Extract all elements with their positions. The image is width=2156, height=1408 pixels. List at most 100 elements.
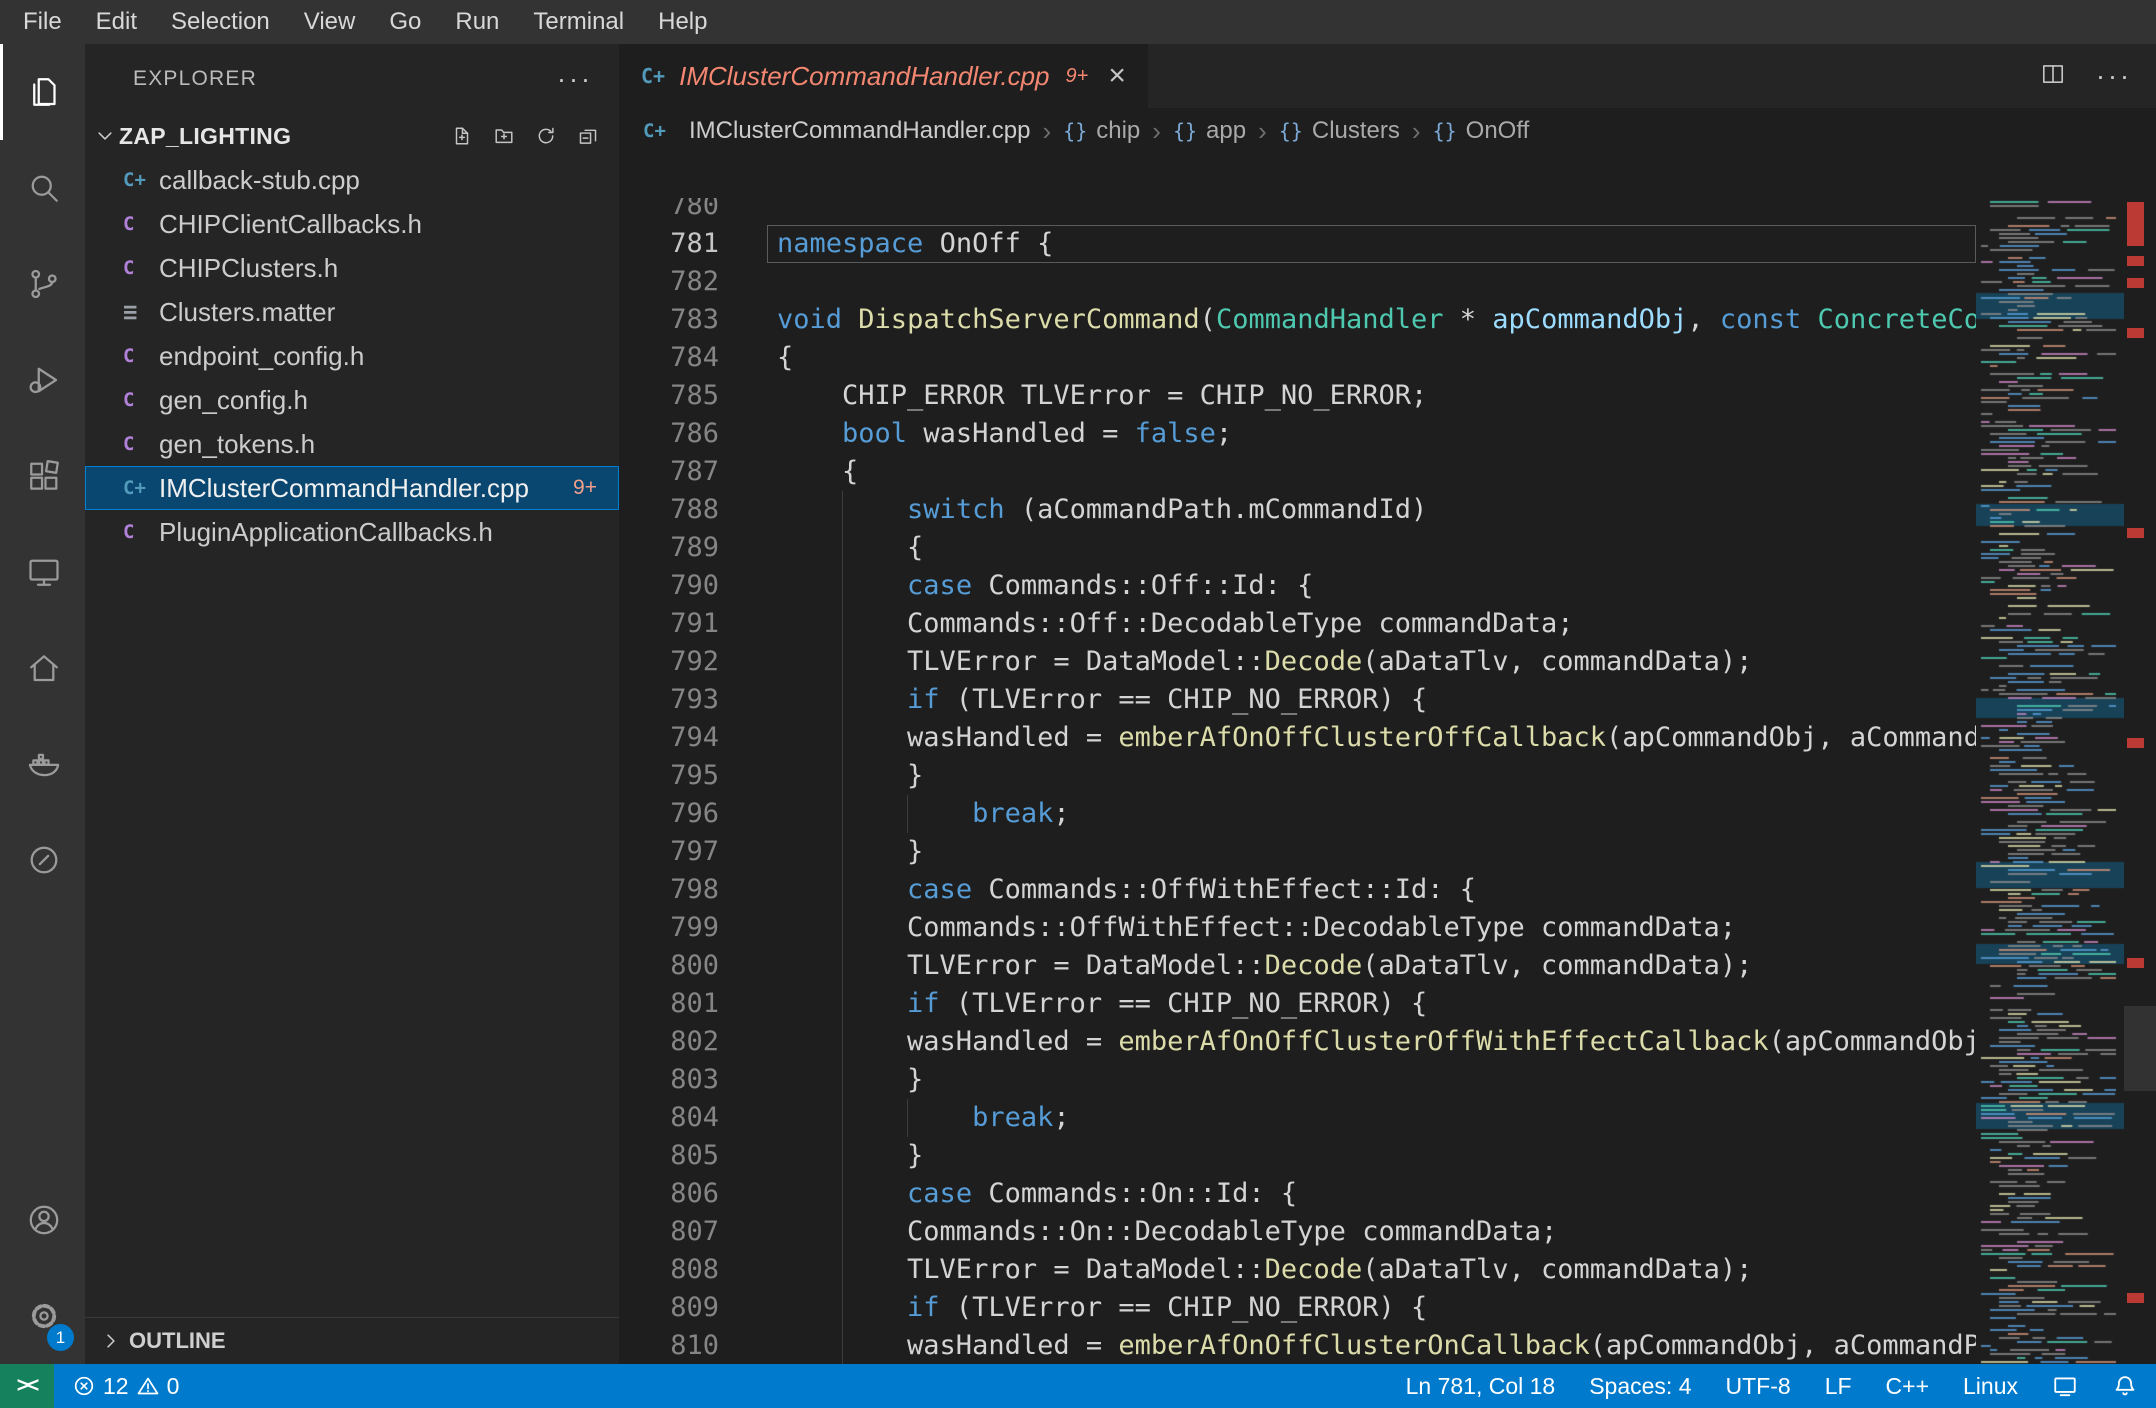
- home-icon[interactable]: [0, 620, 85, 716]
- code-line[interactable]: 784 {: [619, 339, 1976, 377]
- remote-os[interactable]: Linux: [1963, 1373, 2018, 1400]
- split-editor-icon[interactable]: [2040, 61, 2066, 92]
- file-item[interactable]: ≡ Clusters.matter: [85, 290, 619, 334]
- code-line[interactable]: 780: [619, 198, 1976, 225]
- breadcrumb-item[interactable]: {} OnOff: [1433, 117, 1530, 145]
- breadcrumb-item[interactable]: {} app: [1173, 117, 1246, 145]
- code-line[interactable]: 785 CHIP_ERROR TLVError = CHIP_NO_ERROR;: [619, 377, 1976, 415]
- code-line[interactable]: 798 case Commands::OffWithEffect::Id: {: [619, 871, 1976, 909]
- code-line[interactable]: 808 TLVError = DataModel::Decode(aDataTl…: [619, 1251, 1976, 1289]
- menu-file[interactable]: File: [6, 0, 79, 44]
- line-number[interactable]: 796: [619, 795, 719, 833]
- file-item[interactable]: C+ callback-stub.cpp: [85, 158, 619, 202]
- line-number[interactable]: 799: [619, 909, 719, 947]
- explorer-icon[interactable]: [0, 44, 85, 140]
- run-debug-icon[interactable]: [0, 332, 85, 428]
- line-number[interactable]: 783: [619, 301, 719, 339]
- line-number[interactable]: 791: [619, 605, 719, 643]
- language-mode[interactable]: C++: [1886, 1373, 1929, 1400]
- notifications-bell-icon[interactable]: [2112, 1373, 2138, 1399]
- code-line[interactable]: 782: [619, 263, 1976, 301]
- code-line[interactable]: 802 wasHandled = emberAfOnOffClusterOffW…: [619, 1023, 1976, 1061]
- menu-help[interactable]: Help: [641, 0, 724, 44]
- line-number[interactable]: 789: [619, 529, 719, 567]
- code-line[interactable]: 788 switch (aCommandPath.mCommandId): [619, 491, 1976, 529]
- encoding-status[interactable]: UTF-8: [1726, 1373, 1791, 1400]
- code-line[interactable]: 805 }: [619, 1137, 1976, 1175]
- line-number[interactable]: 782: [619, 263, 719, 301]
- code-line[interactable]: 795 }: [619, 757, 1976, 795]
- line-number[interactable]: 788: [619, 491, 719, 529]
- line-number[interactable]: 809: [619, 1289, 719, 1327]
- docker-icon[interactable]: [0, 716, 85, 812]
- line-number[interactable]: 794: [619, 719, 719, 757]
- file-item[interactable]: Cendpoint_config.h: [85, 334, 619, 378]
- line-number[interactable]: 804: [619, 1099, 719, 1137]
- indentation-status[interactable]: Spaces: 4: [1589, 1373, 1691, 1400]
- refresh-icon[interactable]: [535, 125, 557, 147]
- line-number[interactable]: 784: [619, 339, 719, 377]
- folder-section-header[interactable]: ZAP_LIGHTING: [85, 114, 619, 158]
- menu-run[interactable]: Run: [438, 0, 516, 44]
- file-item[interactable]: C+ IMClusterCommandHandler.cpp 9+: [85, 466, 619, 510]
- line-number[interactable]: 805: [619, 1137, 719, 1175]
- search-icon[interactable]: [0, 140, 85, 236]
- outline-section-header[interactable]: OUTLINE: [85, 1317, 619, 1364]
- code-line[interactable]: 787 {: [619, 453, 1976, 491]
- line-number[interactable]: 780: [619, 198, 719, 225]
- line-number[interactable]: 787: [619, 453, 719, 491]
- code-line[interactable]: 799 Commands::OffWithEffect::DecodableTy…: [619, 909, 1976, 947]
- code-line[interactable]: 794 wasHandled = emberAfOnOffClusterOffC…: [619, 719, 1976, 757]
- line-number[interactable]: 806: [619, 1175, 719, 1213]
- line-number[interactable]: 798: [619, 871, 719, 909]
- line-number[interactable]: 807: [619, 1213, 719, 1251]
- new-file-icon[interactable]: [451, 125, 473, 147]
- code-line[interactable]: 806 case Commands::On::Id: {: [619, 1175, 1976, 1213]
- code-line[interactable]: 786 bool wasHandled = false;: [619, 415, 1976, 453]
- code-line[interactable]: 807 Commands::On::DecodableType commandD…: [619, 1213, 1976, 1251]
- menu-terminal[interactable]: Terminal: [516, 0, 641, 44]
- tab-imclustercommandhandler-cpp[interactable]: C+ IMClusterCommandHandler.cpp 9+ ×: [619, 44, 1149, 108]
- editor-more-actions-icon[interactable]: ···: [2096, 62, 2132, 90]
- line-number[interactable]: 785: [619, 377, 719, 415]
- scrollbar-overview-ruler[interactable]: [2124, 198, 2156, 1364]
- menu-go[interactable]: Go: [372, 0, 438, 44]
- code-line[interactable]: 796 break;: [619, 795, 1976, 833]
- code-line[interactable]: 790 case Commands::Off::Id: {: [619, 567, 1976, 605]
- code-line[interactable]: 800 TLVError = DataModel::Decode(aDataTl…: [619, 947, 1976, 985]
- eol-status[interactable]: LF: [1825, 1373, 1852, 1400]
- file-item[interactable]: C PluginApplicationCallbacks.h: [85, 510, 619, 554]
- code-line[interactable]: 792 TLVError = DataModel::Decode(aDataTl…: [619, 643, 1976, 681]
- line-number[interactable]: 802: [619, 1023, 719, 1061]
- menu-edit[interactable]: Edit: [79, 0, 154, 44]
- breadcrumb-item[interactable]: C+ IMClusterCommandHandler.cpp: [643, 117, 1030, 145]
- screencast-icon[interactable]: [2052, 1373, 2078, 1399]
- code-line[interactable]: 804 break;: [619, 1099, 1976, 1137]
- line-number[interactable]: 808: [619, 1251, 719, 1289]
- extensions-icon[interactable]: [0, 428, 85, 524]
- code-editor[interactable]: 780 781 namespace OnOff {782 783 void Dispat…: [619, 198, 2156, 1364]
- line-number[interactable]: 781: [619, 225, 719, 263]
- line-number[interactable]: 792: [619, 643, 719, 681]
- breadcrumb-item[interactable]: {} chip: [1063, 117, 1140, 145]
- code-line[interactable]: 783 void DispatchServerCommand(CommandHan…: [619, 301, 1976, 339]
- code-line[interactable]: 793 if (TLVError == CHIP_NO_ERROR) {: [619, 681, 1976, 719]
- line-number[interactable]: 800: [619, 947, 719, 985]
- line-number[interactable]: 810: [619, 1327, 719, 1364]
- cursor-position[interactable]: Ln 781, Col 18: [1406, 1373, 1556, 1400]
- file-item[interactable]: Cgen_config.h: [85, 378, 619, 422]
- line-number[interactable]: 793: [619, 681, 719, 719]
- scrollbar-thumb[interactable]: [2124, 1006, 2156, 1091]
- menu-selection[interactable]: Selection: [154, 0, 287, 44]
- code-line[interactable]: 797 }: [619, 833, 1976, 871]
- code-line[interactable]: 810 wasHandled = emberAfOnOffClusterOnCa…: [619, 1327, 1976, 1364]
- code-line[interactable]: 781 namespace OnOff {: [619, 225, 1976, 263]
- line-number[interactable]: 795: [619, 757, 719, 795]
- line-number[interactable]: 803: [619, 1061, 719, 1099]
- code-line[interactable]: 801 if (TLVError == CHIP_NO_ERROR) {: [619, 985, 1976, 1023]
- breadcrumb-item[interactable]: {} Clusters: [1279, 117, 1400, 145]
- source-control-icon[interactable]: [0, 236, 85, 332]
- circle-extension-icon[interactable]: [0, 812, 85, 908]
- code-line[interactable]: 809 if (TLVError == CHIP_NO_ERROR) {: [619, 1289, 1976, 1327]
- file-item[interactable]: Cgen_tokens.h: [85, 422, 619, 466]
